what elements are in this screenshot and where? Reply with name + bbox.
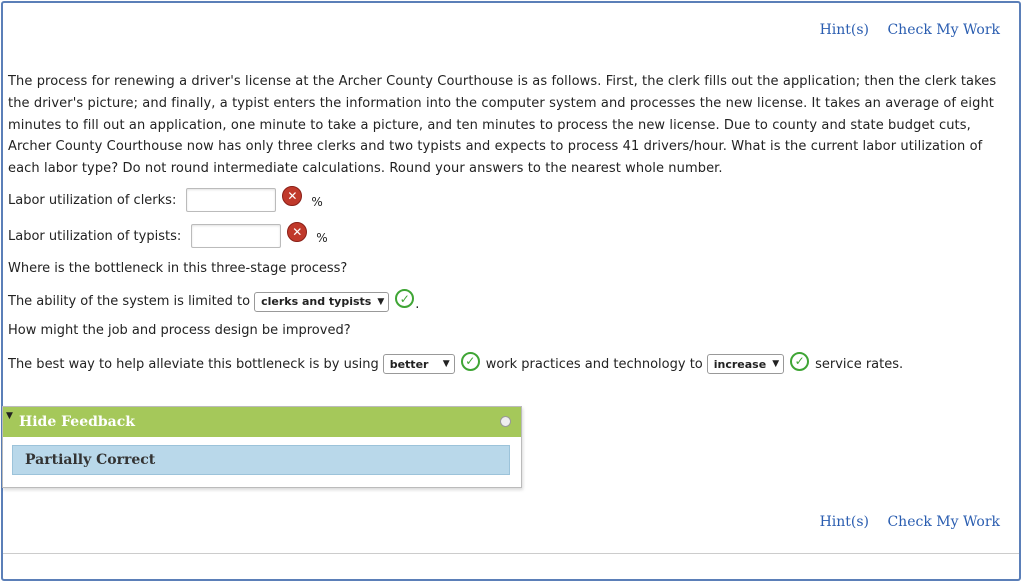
practices-select[interactable]: better ▼	[382, 354, 455, 374]
improve-question-text: How might the job and process design be …	[8, 323, 351, 338]
improve-prefix: The best way to help alleviate this bott…	[8, 356, 379, 372]
check-my-work-link[interactable]: Check My Work	[887, 514, 1000, 530]
limited-select-value: clerks and typists	[261, 295, 372, 308]
clerks-row: Labor utilization of clerks: ✕ %	[8, 186, 323, 212]
bottom-links: Hint(s) Check My Work	[806, 514, 1000, 530]
limited-row: The ability of the system is limited to …	[8, 289, 420, 312]
question-text: The process for renewing a driver's lice…	[8, 74, 997, 177]
feedback-status: Partially Correct	[12, 445, 510, 475]
correct-icon: ✓	[460, 351, 480, 371]
top-links: Hint(s) Check My Work	[806, 22, 1000, 38]
typists-row: Labor utilization of typists: ✕ %	[8, 222, 328, 248]
correct-icon: ✓	[790, 351, 810, 371]
limited-suffix: .	[415, 297, 420, 312]
hints-link[interactable]: Hint(s)	[820, 22, 869, 38]
limited-prefix: The ability of the system is limited to	[8, 294, 251, 309]
improve-suffix: service rates.	[815, 356, 904, 372]
improve-middle: work practices and technology to	[485, 356, 703, 372]
hints-link[interactable]: Hint(s)	[820, 514, 869, 530]
clerks-utilization-input[interactable]	[186, 188, 277, 212]
hide-feedback-toggle[interactable]: ▼ Hide Feedback	[3, 407, 521, 437]
incorrect-icon: ✕	[282, 186, 303, 206]
typists-utilization-input[interactable]	[191, 224, 282, 248]
improve-question: How might the job and process design be …	[8, 323, 351, 338]
limited-select[interactable]: clerks and typists ▼	[254, 291, 390, 312]
pin-icon[interactable]	[500, 416, 511, 427]
practices-select-value: better	[389, 357, 429, 371]
typists-unit: %	[316, 231, 328, 245]
rates-select-value: increase	[713, 357, 767, 371]
clerks-unit: %	[311, 195, 323, 209]
clerks-label: Labor utilization of clerks:	[8, 192, 177, 208]
check-my-work-link[interactable]: Check My Work	[887, 22, 1000, 38]
feedback-panel: ▼ Hide Feedback Partially Correct	[2, 406, 522, 488]
incorrect-icon: ✕	[287, 222, 308, 242]
feedback-header-label: Hide Feedback	[19, 414, 135, 430]
rates-select[interactable]: increase ▼	[706, 354, 785, 374]
chevron-down-icon: ▼	[377, 296, 385, 307]
triangle-down-icon: ▼	[6, 411, 13, 421]
improve-row: The best way to help alleviate this bott…	[8, 351, 904, 374]
bottleneck-question-text: Where is the bottleneck in this three-st…	[8, 261, 348, 276]
correct-icon: ✓	[395, 289, 415, 308]
divider	[3, 553, 1019, 554]
chevron-down-icon: ▼	[772, 359, 780, 369]
typists-label: Labor utilization of typists:	[8, 228, 182, 244]
bottleneck-question: Where is the bottleneck in this three-st…	[8, 261, 347, 276]
chevron-down-icon: ▼	[442, 359, 450, 369]
